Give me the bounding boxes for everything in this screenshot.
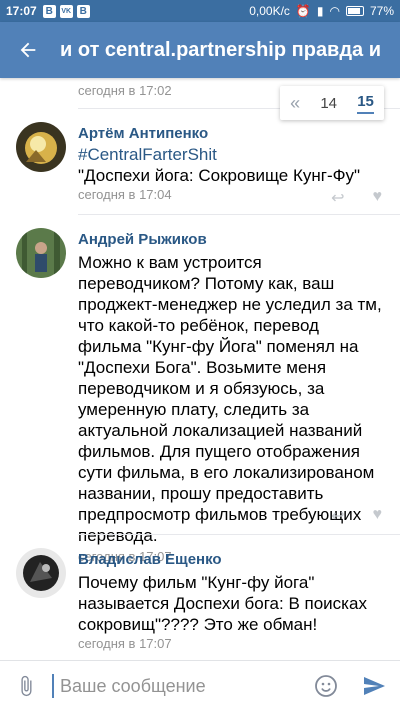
signal-icon: ▮ (316, 4, 324, 18)
avatar[interactable] (16, 548, 66, 598)
comment-item: Андрей Рыжиков Можно к вам устроится пер… (0, 214, 400, 564)
reply-icon[interactable]: ↩ (331, 188, 344, 208)
like-heart-icon[interactable]: ♥ (373, 506, 383, 526)
comment-author[interactable]: Владислав Ещенко (78, 550, 386, 570)
comment-author[interactable]: Артём Антипенко (78, 124, 386, 144)
pager-first-button[interactable]: « (290, 93, 300, 114)
network-speed: 0,00K/c (249, 4, 290, 18)
back-button[interactable] (0, 22, 56, 78)
page-title: и от central.partnership правда и (60, 38, 382, 61)
send-button[interactable] (348, 674, 400, 698)
wifi-icon: ◠ (329, 4, 340, 18)
pager-page-14[interactable]: 14 (320, 95, 337, 112)
status-bar: 17:07 B VK B 0,00K/c ⏰ ▮ ◠ 77% (0, 0, 400, 22)
battery-icon (345, 6, 364, 16)
comment-actions: ↩ ♥ (331, 188, 382, 208)
compose-bar (0, 660, 400, 711)
vk-notification-icon-2: B (76, 4, 90, 18)
vk-app-icon: VK (59, 4, 73, 18)
comment-item: Владислав Ещенко Почему фильм "Кунг-фу й… (0, 534, 400, 660)
like-heart-icon[interactable]: ♥ (373, 188, 383, 208)
arrow-back-icon (20, 42, 36, 58)
avatar[interactable] (16, 122, 66, 172)
battery-level: 77% (369, 4, 394, 18)
comment-text: "Доспехи йога: Сокровище Кунг-Фу" (78, 166, 361, 185)
attach-button[interactable] (0, 661, 52, 711)
comments-feed[interactable]: сегодня в 17:02 Артём Антипенко #Central… (0, 78, 400, 660)
comment-text: Почему фильм "Кунг-фу йога" называется Д… (78, 573, 367, 634)
pager-page-current[interactable]: 15 (357, 93, 374, 114)
app-toolbar: и от central.partnership правда и (0, 22, 400, 78)
status-time: 17:07 (6, 4, 37, 18)
message-input[interactable] (52, 674, 304, 698)
alarm-icon: ⏰ (295, 4, 311, 18)
reply-icon[interactable]: ↩ (331, 506, 344, 526)
comment-text: Можно к вам устроится переводчиком? Пото… (78, 253, 382, 545)
comment-time: сегодня в 17:07 (78, 636, 172, 651)
comment-pager: « 14 15 (280, 86, 384, 120)
comment-author[interactable]: Андрей Рыжиков (78, 230, 386, 250)
comment-item: Артём Антипенко #CentralFarterShit "Досп… (0, 108, 400, 214)
paperclip-icon (21, 675, 32, 697)
vk-notification-icon: B (42, 4, 56, 18)
smiley-icon (315, 675, 337, 697)
emoji-button[interactable] (304, 674, 348, 698)
comment-hashtag-link[interactable]: #CentralFarterShit (78, 144, 386, 165)
comment-actions: ↩ ♥ (331, 506, 382, 526)
send-icon (364, 677, 385, 695)
avatar[interactable] (16, 228, 66, 278)
